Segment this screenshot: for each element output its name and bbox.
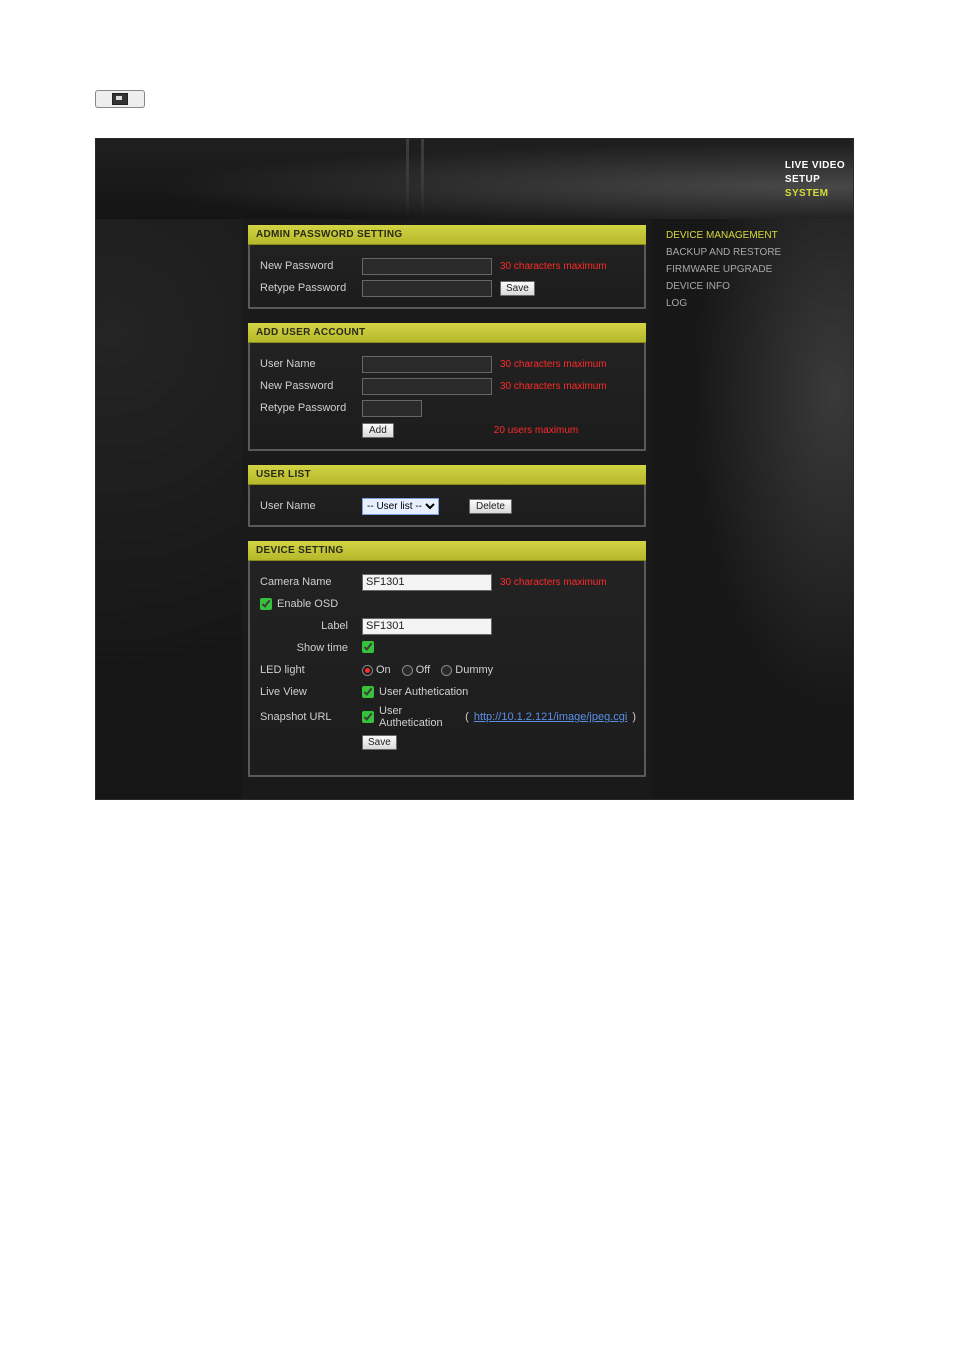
window-control-icon <box>95 90 145 108</box>
user-list-select[interactable]: -- User list -- <box>362 498 439 515</box>
admin-retype-password-input[interactable] <box>362 280 492 297</box>
led-on-radio[interactable] <box>362 665 373 676</box>
panel-title: DEVICE SETTING <box>248 541 646 561</box>
live-view-auth-label: User Authetication <box>379 686 468 698</box>
led-off-label: Off <box>416 664 430 676</box>
label-enable-osd: Enable OSD <box>277 598 338 610</box>
app-frame: LIVE VIDEO SETUP SYSTEM ADMIN PASSWORD S… <box>95 138 854 800</box>
osd-label-input[interactable] <box>362 618 492 635</box>
nav-live-video[interactable]: LIVE VIDEO <box>785 159 845 173</box>
add-user-retype-input[interactable] <box>362 400 422 417</box>
label-show-time: Show time <box>260 642 362 654</box>
hint-30-chars: 30 characters maximum <box>500 359 607 370</box>
snapshot-auth-label: User Authetication <box>379 705 460 729</box>
label-camera-name: Camera Name <box>260 576 362 588</box>
label-led-light: LED light <box>260 664 362 676</box>
side-firmware-upgrade[interactable]: FIRMWARE UPGRADE <box>666 261 843 278</box>
show-time-checkbox[interactable] <box>362 641 374 653</box>
side-nav: DEVICE MANAGEMENT BACKUP AND RESTORE FIR… <box>652 219 853 799</box>
label-retype-password: Retype Password <box>260 282 362 294</box>
camera-name-input[interactable] <box>362 574 492 591</box>
panel-add-user: ADD USER ACCOUNT User Name 30 characters… <box>248 323 646 451</box>
enable-osd-checkbox[interactable] <box>260 598 272 610</box>
panel-title: ADMIN PASSWORD SETTING <box>248 225 646 245</box>
side-log[interactable]: LOG <box>666 295 843 312</box>
admin-new-password-input[interactable] <box>362 258 492 275</box>
admin-save-button[interactable]: Save <box>500 281 535 296</box>
label-new-password: New Password <box>260 260 362 272</box>
side-backup-restore[interactable]: BACKUP AND RESTORE <box>666 244 843 261</box>
logo-area <box>96 139 246 219</box>
add-user-button[interactable]: Add <box>362 423 394 438</box>
led-on-label: On <box>376 664 391 676</box>
led-radio-group: On Off Dummy <box>362 664 501 676</box>
label-live-view: Live View <box>260 686 362 698</box>
panel-device-setting: DEVICE SETTING Camera Name 30 characters… <box>248 541 646 777</box>
nav-system[interactable]: SYSTEM <box>785 187 845 201</box>
led-off-radio[interactable] <box>402 665 413 676</box>
label-retype-password: Retype Password <box>260 402 362 414</box>
top-nav: LIVE VIDEO SETUP SYSTEM <box>765 139 853 219</box>
open-paren: ( <box>465 711 469 723</box>
add-user-name-input[interactable] <box>362 356 492 373</box>
panel-title: USER LIST <box>248 465 646 485</box>
led-dummy-radio[interactable] <box>441 665 452 676</box>
label-new-password: New Password <box>260 380 362 392</box>
hint-20-users: 20 users maximum <box>494 425 578 436</box>
side-device-management[interactable]: DEVICE MANAGEMENT <box>666 227 843 244</box>
hint-30-chars: 30 characters maximum <box>500 381 607 392</box>
side-device-info[interactable]: DEVICE INFO <box>666 278 843 295</box>
snapshot-auth-checkbox[interactable] <box>362 711 374 723</box>
close-paren: ) <box>632 711 636 723</box>
panel-user-list: USER LIST User Name -- User list -- Dele… <box>248 465 646 527</box>
label-osd-label: Label <box>260 620 362 632</box>
nav-setup[interactable]: SETUP <box>785 173 845 187</box>
panel-title: ADD USER ACCOUNT <box>248 323 646 343</box>
hint-30-chars: 30 characters maximum <box>500 577 607 588</box>
live-view-auth-checkbox[interactable] <box>362 686 374 698</box>
hint-30-chars: 30 characters maximum <box>500 261 607 272</box>
left-gutter <box>96 219 242 799</box>
panel-admin-password: ADMIN PASSWORD SETTING New Password 30 c… <box>248 225 646 309</box>
main-content: ADMIN PASSWORD SETTING New Password 30 c… <box>242 219 652 787</box>
add-user-password-input[interactable] <box>362 378 492 395</box>
device-save-button[interactable]: Save <box>362 735 397 750</box>
snapshot-url-link[interactable]: http://10.1.2.121/image/jpeg.cgi <box>474 711 628 723</box>
delete-user-button[interactable]: Delete <box>469 499 512 514</box>
header: LIVE VIDEO SETUP SYSTEM <box>96 139 853 219</box>
label-user-name: User Name <box>260 500 362 512</box>
label-snapshot-url: Snapshot URL <box>260 711 362 723</box>
label-user-name: User Name <box>260 358 362 370</box>
led-dummy-label: Dummy <box>455 664 493 676</box>
